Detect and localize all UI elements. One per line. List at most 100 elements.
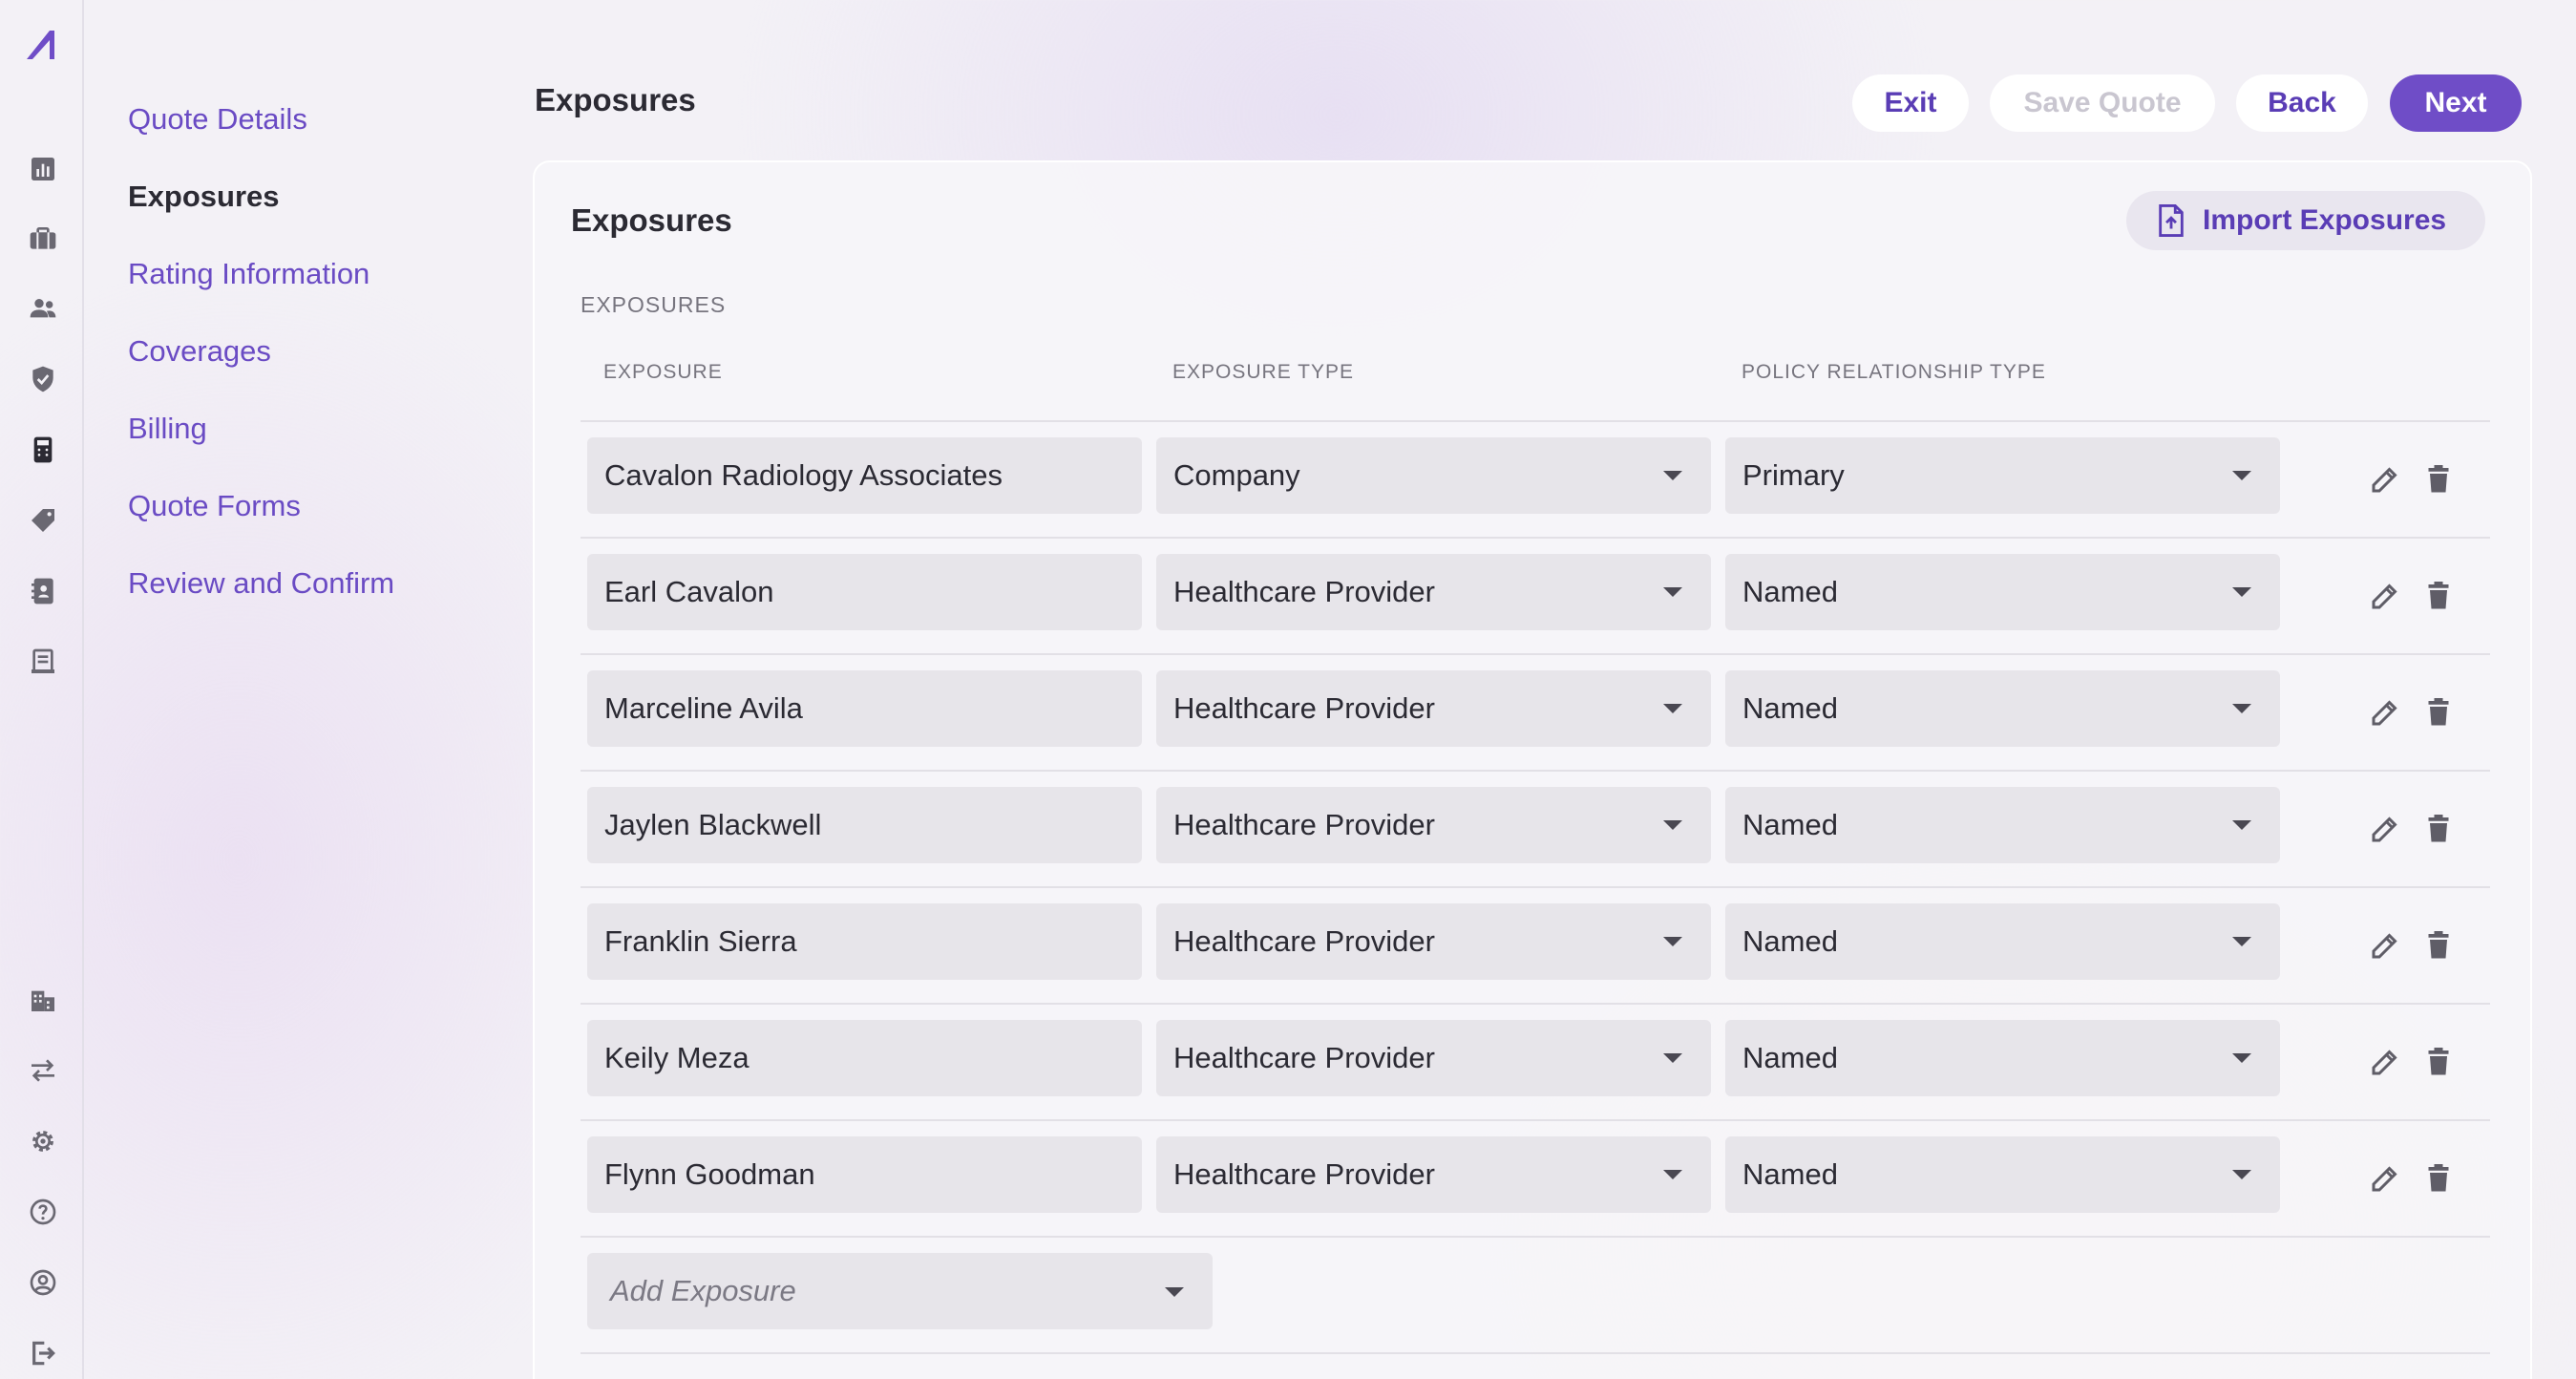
- exposure-name-field[interactable]: Marceline Avila: [587, 670, 1142, 747]
- people-icon[interactable]: [27, 292, 59, 325]
- exposure-type-value: Healthcare Provider: [1173, 1041, 1435, 1074]
- exposure-name-field[interactable]: Jaylen Blackwell: [587, 787, 1142, 863]
- step-quote-details[interactable]: Quote Details: [128, 95, 510, 173]
- tag-icon[interactable]: [27, 504, 59, 537]
- exposure-type-select[interactable]: Healthcare Provider: [1156, 787, 1711, 863]
- relationship-type-select[interactable]: Named: [1725, 903, 2280, 980]
- edit-icon[interactable]: [2368, 1161, 2402, 1196]
- delete-icon[interactable]: [2421, 462, 2456, 497]
- chevron-down-icon: [1663, 1053, 1682, 1063]
- table-row: Jaylen Blackwell Healthcare Provider Nam…: [581, 772, 2490, 888]
- chevron-down-icon: [2232, 587, 2251, 597]
- exposure-type-select[interactable]: Healthcare Provider: [1156, 1020, 1711, 1096]
- add-exposure-placeholder: Add Exposure: [610, 1274, 796, 1307]
- relationship-type-value: Named: [1742, 1157, 1838, 1191]
- column-header-policy-relationship-type: POLICY RELATIONSHIP TYPE: [1742, 361, 2046, 383]
- table-row: Marceline Avila Healthcare Provider Name…: [581, 655, 2490, 772]
- exposure-name-field[interactable]: Franklin Sierra: [587, 903, 1142, 980]
- exposure-name-field[interactable]: Cavalon Radiology Associates: [587, 437, 1142, 514]
- chevron-down-icon: [2232, 471, 2251, 480]
- relationship-type-select[interactable]: Named: [1725, 1136, 2280, 1213]
- chevron-down-icon: [2232, 1053, 2251, 1063]
- exposure-type-value: Healthcare Provider: [1173, 808, 1435, 841]
- next-button[interactable]: Next: [2390, 74, 2522, 132]
- edit-icon[interactable]: [2368, 1045, 2402, 1079]
- app-logo[interactable]: [23, 25, 63, 65]
- chevron-down-icon: [2232, 820, 2251, 830]
- exposure-name-field[interactable]: Keily Meza: [587, 1020, 1142, 1096]
- chevron-down-icon: [1663, 820, 1682, 830]
- chevron-down-icon: [1663, 704, 1682, 713]
- user-icon[interactable]: [27, 1266, 59, 1299]
- table-row: Earl Cavalon Healthcare Provider Named: [581, 539, 2490, 655]
- table-row: Keily Meza Healthcare Provider Named: [581, 1005, 2490, 1121]
- exposure-type-value: Healthcare Provider: [1173, 924, 1435, 958]
- save-quote-button[interactable]: Save Quote: [1990, 74, 2215, 132]
- file-upload-icon: [2159, 204, 2184, 237]
- relationship-type-value: Named: [1742, 924, 1838, 958]
- gear-icon[interactable]: [27, 1125, 59, 1157]
- delete-icon[interactable]: [2421, 579, 2456, 613]
- edit-icon[interactable]: [2368, 812, 2402, 846]
- card-title: Exposures: [571, 202, 732, 238]
- exit-button[interactable]: Exit: [1852, 74, 1969, 132]
- add-exposure-row: Add Exposure: [581, 1238, 2490, 1354]
- delete-icon[interactable]: [2421, 695, 2456, 730]
- building-icon[interactable]: [27, 984, 59, 1016]
- exposure-type-select[interactable]: Healthcare Provider: [1156, 1136, 1711, 1213]
- chevron-down-icon: [2232, 704, 2251, 713]
- contacts-icon[interactable]: [27, 575, 59, 607]
- chevron-down-icon: [1663, 937, 1682, 946]
- exposure-name-field[interactable]: Earl Cavalon: [587, 554, 1142, 630]
- exposure-type-select[interactable]: Healthcare Provider: [1156, 554, 1711, 630]
- exposures-card: Exposures Import Exposures EXPOSURES EXP…: [533, 160, 2532, 1379]
- relationship-type-select[interactable]: Named: [1725, 554, 2280, 630]
- exposure-type-select[interactable]: Healthcare Provider: [1156, 903, 1711, 980]
- step-coverages[interactable]: Coverages: [128, 328, 510, 405]
- chevron-down-icon: [1663, 587, 1682, 597]
- swap-icon[interactable]: [27, 1054, 59, 1087]
- step-quote-forms[interactable]: Quote Forms: [128, 482, 510, 560]
- exposure-type-select[interactable]: Healthcare Provider: [1156, 670, 1711, 747]
- chart-icon[interactable]: [27, 153, 59, 185]
- step-review-and-confirm[interactable]: Review and Confirm: [128, 560, 510, 637]
- briefcase-icon[interactable]: [27, 223, 59, 255]
- edit-icon[interactable]: [2368, 579, 2402, 613]
- delete-icon[interactable]: [2421, 1045, 2456, 1079]
- table-row: Cavalon Radiology Associates Company Pri…: [581, 422, 2490, 539]
- edit-icon[interactable]: [2368, 695, 2402, 730]
- step-rating-information[interactable]: Rating Information: [128, 250, 510, 328]
- delete-icon[interactable]: [2421, 928, 2456, 963]
- chevron-down-icon: [1663, 471, 1682, 480]
- table-row: Franklin Sierra Healthcare Provider Name…: [581, 888, 2490, 1005]
- icon-rail: [0, 0, 84, 1379]
- step-exposures[interactable]: Exposures: [128, 173, 510, 250]
- column-header-exposure: EXPOSURE: [603, 361, 723, 383]
- relationship-type-select[interactable]: Named: [1725, 1020, 2280, 1096]
- step-billing[interactable]: Billing: [128, 405, 510, 482]
- chevron-down-icon: [2232, 937, 2251, 946]
- add-exposure-select[interactable]: Add Exposure: [587, 1253, 1213, 1329]
- chevron-down-icon: [2232, 1170, 2251, 1179]
- edit-icon[interactable]: [2368, 462, 2402, 497]
- exposures-table: Cavalon Radiology Associates Company Pri…: [581, 422, 2490, 1354]
- logout-icon[interactable]: [27, 1337, 59, 1369]
- relationship-type-select[interactable]: Named: [1725, 670, 2280, 747]
- shield-icon[interactable]: [27, 363, 59, 395]
- exposure-type-value: Company: [1173, 458, 1300, 492]
- delete-icon[interactable]: [2421, 812, 2456, 846]
- help-icon[interactable]: [27, 1196, 59, 1228]
- delete-icon[interactable]: [2421, 1161, 2456, 1196]
- quote-steps-nav: Quote Details Exposures Rating Informati…: [128, 95, 510, 637]
- relationship-type-select[interactable]: Named: [1725, 787, 2280, 863]
- edit-icon[interactable]: [2368, 928, 2402, 963]
- import-exposures-button[interactable]: Import Exposures: [2126, 191, 2485, 250]
- receipt-icon[interactable]: [27, 646, 59, 678]
- exposure-type-select[interactable]: Company: [1156, 437, 1711, 514]
- exposure-name-field[interactable]: Flynn Goodman: [587, 1136, 1142, 1213]
- relationship-type-select[interactable]: Primary: [1725, 437, 2280, 514]
- calculator-icon[interactable]: [27, 434, 59, 466]
- exposure-type-value: Healthcare Provider: [1173, 575, 1435, 608]
- column-header-exposure-type: EXPOSURE TYPE: [1172, 361, 1355, 383]
- back-button[interactable]: Back: [2236, 74, 2368, 132]
